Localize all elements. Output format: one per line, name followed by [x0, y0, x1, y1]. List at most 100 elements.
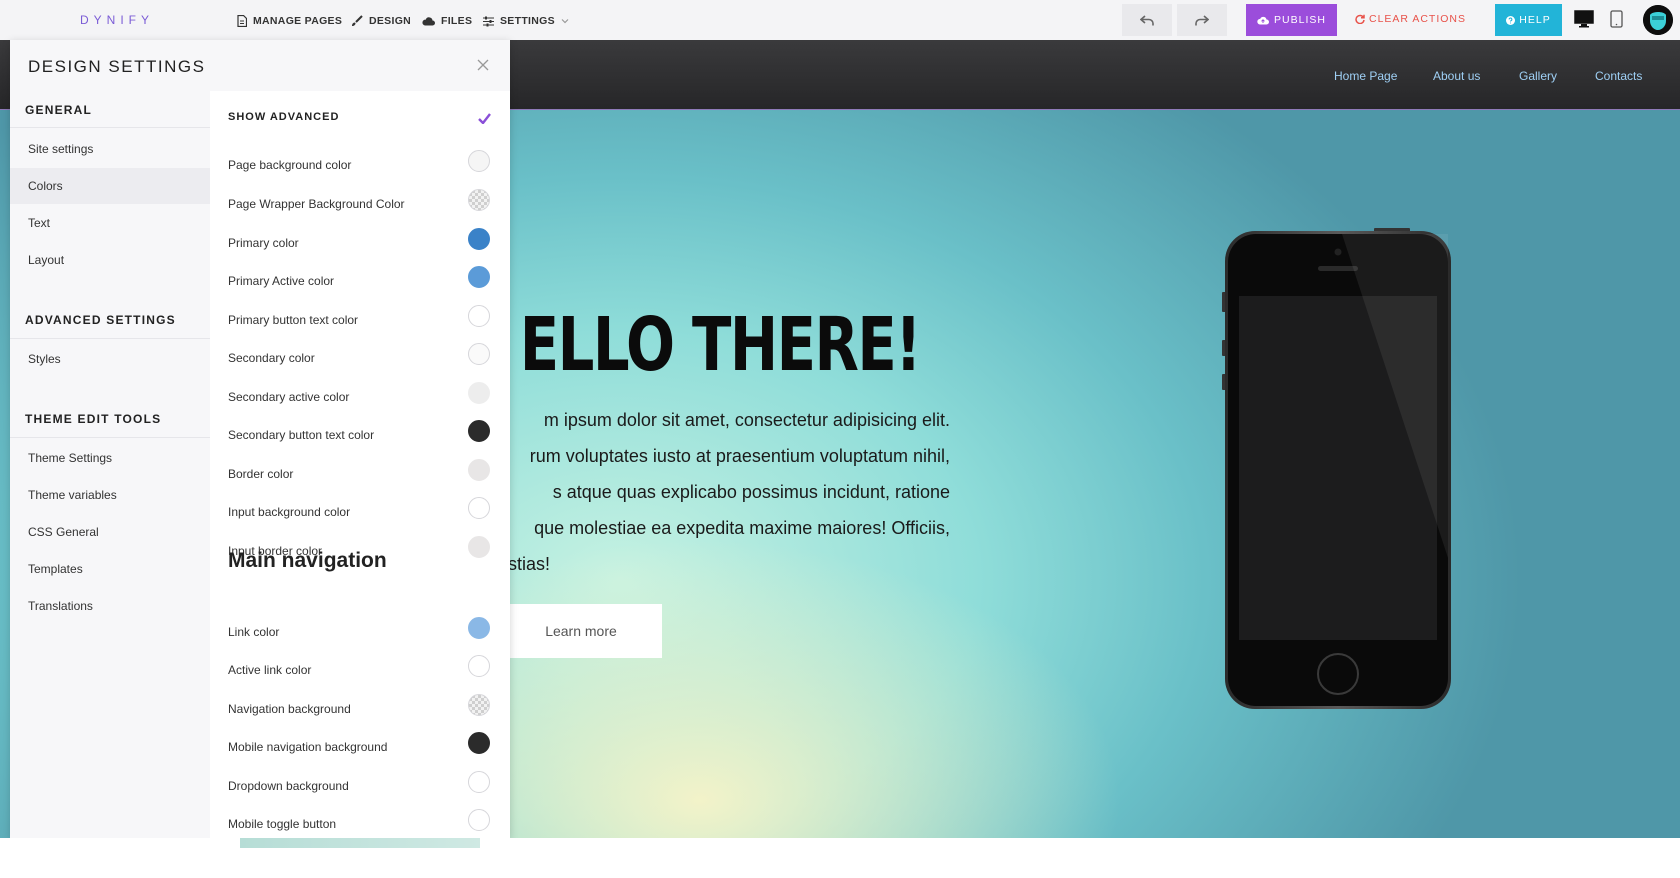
sidebar-item-layout[interactable]: Layout [10, 242, 210, 278]
divider [10, 127, 210, 128]
menu-files-label: FILES [441, 15, 473, 27]
site-nav-contacts[interactable]: Contacts [1595, 69, 1642, 83]
site-nav-about[interactable]: About us [1433, 69, 1480, 83]
clear-actions-label: CLEAR ACTIONS [1369, 13, 1467, 25]
help-button[interactable]: HELP [1495, 4, 1562, 36]
color-swatch[interactable] [468, 266, 490, 288]
sidebar-heading-general: GENERAL [25, 103, 93, 117]
settings-sidebar: GENERAL Site settings Colors Text Layout… [10, 91, 210, 838]
avatar[interactable] [1643, 5, 1673, 35]
redo-button[interactable] [1177, 4, 1227, 36]
nav-color-setting-row: Mobile navigation background [210, 728, 510, 764]
desktop-icon [1574, 10, 1594, 28]
show-advanced-toggle[interactable] [478, 111, 491, 129]
design-settings-panel: DESIGN SETTINGS GENERAL Site settings Co… [10, 40, 510, 838]
color-swatch[interactable] [468, 617, 490, 639]
brush-icon [352, 15, 363, 26]
refresh-icon [1355, 14, 1365, 24]
color-swatch[interactable] [468, 382, 490, 404]
color-setting-label: Mobile navigation background [228, 740, 388, 754]
color-setting-label: Mobile toggle button [228, 817, 337, 831]
nav-color-setting-row: Link color [210, 613, 510, 649]
dynify-logo[interactable]: DYNIFY [80, 13, 154, 27]
color-setting-label: Secondary button text color [228, 428, 375, 442]
sidebar-item-theme-variables[interactable]: Theme variables [10, 477, 210, 513]
smartphone-image [1222, 228, 1451, 709]
color-swatch[interactable] [468, 459, 490, 481]
color-swatch[interactable] [468, 305, 490, 327]
menu-design[interactable]: DESIGN [351, 13, 411, 29]
show-advanced-label: SHOW ADVANCED [228, 111, 340, 123]
divider [10, 338, 210, 339]
sidebar-item-site-settings[interactable]: Site settings [10, 131, 210, 167]
color-setting-label: Border color [228, 467, 294, 481]
sidebar-item-templates[interactable]: Templates [10, 551, 210, 587]
sidebar-heading-advanced: ADVANCED SETTINGS [25, 313, 176, 327]
color-setting-row: Primary color [210, 224, 510, 260]
color-swatch[interactable] [468, 343, 490, 365]
redo-icon [1195, 14, 1209, 25]
top-toolbar: DYNIFY MANAGE PAGES DESIGN FILES SETTING… [0, 0, 1680, 40]
color-setting-row: Page Wrapper Background Color [210, 185, 510, 221]
color-swatch[interactable] [468, 732, 490, 754]
cloud-icon [422, 17, 435, 26]
color-setting-row: Input background color [210, 493, 510, 529]
color-setting-label: Secondary color [228, 351, 315, 365]
close-icon [477, 59, 489, 71]
site-nav-gallery[interactable]: Gallery [1519, 69, 1557, 83]
publish-label: PUBLISH [1274, 14, 1326, 26]
color-setting-label: Active link color [228, 663, 312, 677]
learn-more-button[interactable]: Learn more [500, 604, 662, 658]
sidebar-item-theme-settings[interactable]: Theme Settings [10, 440, 210, 476]
menu-settings-label: SETTINGS [500, 15, 555, 27]
sidebar-heading-theme-tools: THEME EDIT TOOLS [25, 412, 162, 426]
sidebar-item-text[interactable]: Text [10, 205, 210, 241]
clear-actions-button[interactable]: CLEAR ACTIONS [1355, 13, 1466, 25]
chevron-down-icon [561, 19, 569, 24]
sidebar-item-css-general[interactable]: CSS General [10, 514, 210, 550]
color-setting-label: Primary button text color [228, 313, 359, 327]
color-swatch[interactable] [468, 771, 490, 793]
color-setting-row: Primary Active color [210, 262, 510, 298]
color-setting-row: Border color [210, 455, 510, 491]
color-swatch[interactable] [468, 497, 490, 519]
sidebar-item-styles[interactable]: Styles [10, 341, 210, 377]
color-swatch[interactable] [468, 420, 490, 442]
tablet-view-button[interactable] [1610, 10, 1623, 33]
color-setting-label: Page Wrapper Background Color [228, 197, 405, 211]
color-settings: SHOW ADVANCED Page background color Page… [210, 91, 510, 838]
site-nav-home[interactable]: Home Page [1334, 69, 1397, 83]
color-swatch[interactable] [468, 809, 490, 831]
publish-button[interactable]: PUBLISH [1246, 4, 1337, 36]
question-circle-icon [1506, 15, 1516, 25]
close-button[interactable] [477, 58, 489, 76]
sidebar-item-translations[interactable]: Translations [10, 588, 210, 624]
cloud-upload-icon [1257, 16, 1270, 24]
color-setting-label: Link color [228, 625, 280, 639]
color-swatch[interactable] [468, 228, 490, 250]
color-setting-label: Page background color [228, 158, 352, 172]
nav-color-setting-row: Dropdown background [210, 767, 510, 803]
desktop-view-button[interactable] [1574, 10, 1594, 33]
preview-edge [240, 838, 480, 848]
undo-button[interactable] [1122, 4, 1172, 36]
panel-header: DESIGN SETTINGS [10, 40, 510, 91]
tablet-icon [1610, 10, 1623, 28]
color-setting-label: Secondary active color [228, 390, 350, 404]
sidebar-item-colors[interactable]: Colors [10, 168, 210, 204]
nav-color-setting-row: Mobile toggle button [210, 805, 510, 838]
undo-icon [1140, 14, 1154, 25]
color-swatch[interactable] [468, 655, 490, 677]
sliders-icon [483, 16, 494, 26]
color-swatch[interactable] [468, 694, 490, 716]
color-swatch[interactable] [468, 536, 490, 558]
color-swatch[interactable] [468, 189, 490, 211]
color-setting-row: Secondary color [210, 339, 510, 375]
color-setting-label: Navigation background [228, 702, 351, 716]
help-label: HELP [1519, 14, 1551, 26]
color-swatch[interactable] [468, 150, 490, 172]
color-setting-label: Dropdown background [228, 779, 349, 793]
menu-files[interactable]: FILES [422, 13, 472, 29]
menu-settings[interactable]: SETTINGS [483, 13, 569, 29]
menu-manage-pages[interactable]: MANAGE PAGES [237, 13, 342, 29]
